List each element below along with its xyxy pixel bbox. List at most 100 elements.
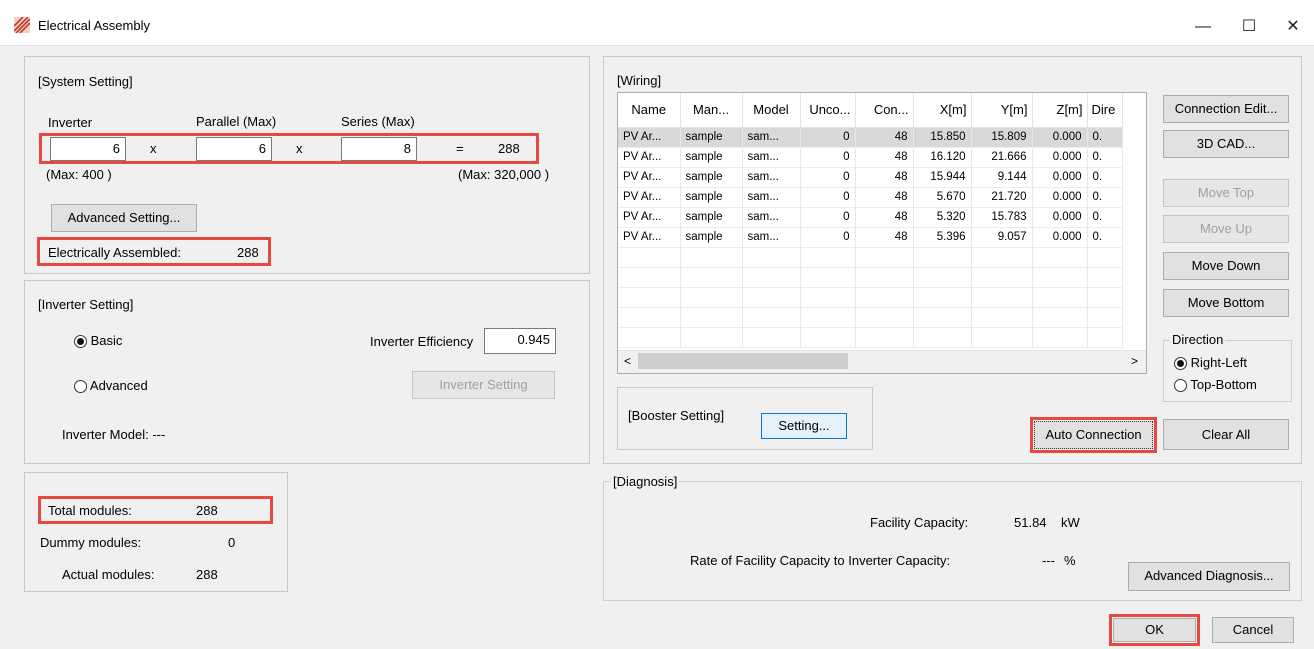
dummy-modules-label: Dummy modules:	[40, 535, 142, 550]
column-header[interactable]: X[m]	[913, 93, 972, 128]
inverter-count-field[interactable]: 6	[50, 137, 126, 161]
clear-all-button[interactable]: Clear All	[1163, 419, 1289, 450]
table-row[interactable]: PV Ar... sample sam... 0 48 5.320 15.783 0.000 0…	[618, 207, 1123, 228]
table-cell: PV Ar...	[618, 127, 681, 148]
empty-cell	[971, 327, 1033, 348]
diagnosis-heading: [Diagnosis]	[611, 474, 680, 489]
maximize-button[interactable]: ☐	[1226, 12, 1272, 42]
empty-cell	[800, 247, 856, 268]
inverter-setting-button[interactable]: Inverter Setting	[412, 371, 555, 399]
cancel-button[interactable]: Cancel	[1212, 617, 1294, 643]
advanced-setting-button[interactable]: Advanced Setting...	[51, 204, 197, 232]
booster-setting-button[interactable]: Setting...	[761, 413, 847, 439]
facility-capacity-label: Facility Capacity:	[870, 515, 969, 530]
rate-value: ---	[1042, 553, 1055, 568]
assembled-value: 288	[237, 245, 259, 260]
basic-label: Basic	[90, 333, 123, 348]
scrollbar-thumb[interactable]	[638, 353, 848, 369]
close-button[interactable]: ✕	[1270, 12, 1314, 42]
empty-cell	[913, 267, 972, 288]
empty-cell	[913, 287, 972, 308]
table-cell: PV Ar...	[618, 227, 681, 248]
empty-row	[618, 267, 1123, 288]
column-header[interactable]: Dire	[1087, 93, 1123, 128]
column-header[interactable]: Y[m]	[971, 93, 1033, 128]
table-cell: 21.720	[971, 187, 1033, 208]
empty-row	[618, 247, 1123, 268]
parallel-field[interactable]: 6	[196, 137, 272, 161]
app-icon	[14, 17, 30, 33]
table-cell: 0.	[1087, 147, 1123, 168]
table-cell: 0	[800, 187, 856, 208]
auto-connection-button[interactable]: Auto Connection	[1034, 421, 1153, 449]
times-sign-2: x	[296, 141, 303, 156]
table-cell: 0.	[1087, 127, 1123, 148]
column-header[interactable]: Model	[742, 93, 801, 128]
empty-cell	[971, 287, 1033, 308]
column-header[interactable]: Con...	[855, 93, 914, 128]
wiring-table: Name Man... Model Unco... Con... X[m] Y[m] Z[m]…	[618, 93, 1123, 348]
scroll-left-icon[interactable]: <	[624, 354, 631, 368]
empty-row	[618, 307, 1123, 328]
max-total-label: (Max: 320,000 )	[458, 167, 550, 182]
empty-cell	[800, 307, 856, 328]
table-row[interactable]: PV Ar... sample sam... 0 48 15.850 15.809 0.000…	[618, 127, 1123, 148]
table-cell: 0.000	[1032, 127, 1088, 148]
table-cell: 48	[855, 187, 914, 208]
empty-cell	[1087, 307, 1123, 328]
table-row[interactable]: PV Ar... sample sam... 0 48 5.670 21.720 0.000 0…	[618, 187, 1123, 208]
empty-cell	[1032, 327, 1088, 348]
direction-label: Direction	[1170, 332, 1226, 347]
table-cell: 0.	[1087, 207, 1123, 228]
empty-cell	[742, 267, 801, 288]
top-bottom-radio[interactable]: Top-Bottom	[1174, 377, 1257, 393]
empty-cell	[742, 307, 801, 328]
column-header[interactable]: Name	[618, 93, 681, 128]
actual-modules-value: 288	[196, 567, 218, 582]
3d-cad-button[interactable]: 3D CAD...	[1163, 130, 1289, 158]
right-left-radio[interactable]: Right-Left	[1174, 355, 1247, 371]
table-cell: PV Ar...	[618, 187, 681, 208]
table-row[interactable]: PV Ar... sample sam... 0 48 5.396 9.057 0.000 0.	[618, 227, 1123, 248]
table-cell: 9.057	[971, 227, 1033, 248]
table-row[interactable]: PV Ar... sample sam... 0 48 15.944 9.144 0.000 0…	[618, 167, 1123, 188]
table-cell: 16.120	[913, 147, 972, 168]
total-modules-label: Total modules:	[48, 503, 132, 518]
table-cell: 0	[800, 127, 856, 148]
move-down-button[interactable]: Move Down	[1163, 252, 1289, 280]
dummy-modules-value: 0	[228, 535, 236, 550]
series-field[interactable]: 8	[341, 137, 417, 161]
table-cell: 0	[800, 167, 856, 188]
system-setting-heading: [System Setting]	[38, 74, 133, 89]
empty-row	[618, 327, 1123, 348]
radio-selected-icon	[74, 335, 87, 349]
column-header[interactable]: Unco...	[800, 93, 856, 128]
move-up-button[interactable]: Move Up	[1163, 215, 1289, 243]
empty-cell	[855, 247, 914, 268]
right-left-label: Right-Left	[1190, 355, 1247, 370]
empty-cell	[855, 307, 914, 328]
table-cell: sample	[680, 187, 743, 208]
table-row[interactable]: PV Ar... sample sam... 0 48 16.120 21.666 0.000…	[618, 147, 1123, 168]
empty-row	[618, 287, 1123, 308]
table-cell: 15.809	[971, 127, 1033, 148]
table-cell: sample	[680, 227, 743, 248]
column-header[interactable]: Man...	[680, 93, 743, 128]
efficiency-field[interactable]: 0.945	[484, 328, 556, 354]
advanced-diagnosis-button[interactable]: Advanced Diagnosis...	[1128, 562, 1290, 591]
move-top-button[interactable]: Move Top	[1163, 179, 1289, 207]
ok-button[interactable]: OK	[1113, 618, 1196, 642]
minimize-button[interactable]: —	[1180, 12, 1226, 42]
scroll-right-icon[interactable]: >	[1131, 354, 1138, 368]
table-cell: 0.000	[1032, 227, 1088, 248]
empty-cell	[913, 327, 972, 348]
connection-edit-button[interactable]: Connection Edit...	[1163, 95, 1289, 123]
actual-modules-label: Actual modules:	[62, 567, 155, 582]
move-bottom-button[interactable]: Move Bottom	[1163, 289, 1289, 317]
column-header[interactable]: Z[m]	[1032, 93, 1088, 128]
empty-cell	[1032, 247, 1088, 268]
table-cell: 48	[855, 127, 914, 148]
basic-radio[interactable]: Basic	[74, 333, 123, 349]
advanced-radio[interactable]: Advanced	[74, 378, 148, 394]
table-cell: 15.944	[913, 167, 972, 188]
